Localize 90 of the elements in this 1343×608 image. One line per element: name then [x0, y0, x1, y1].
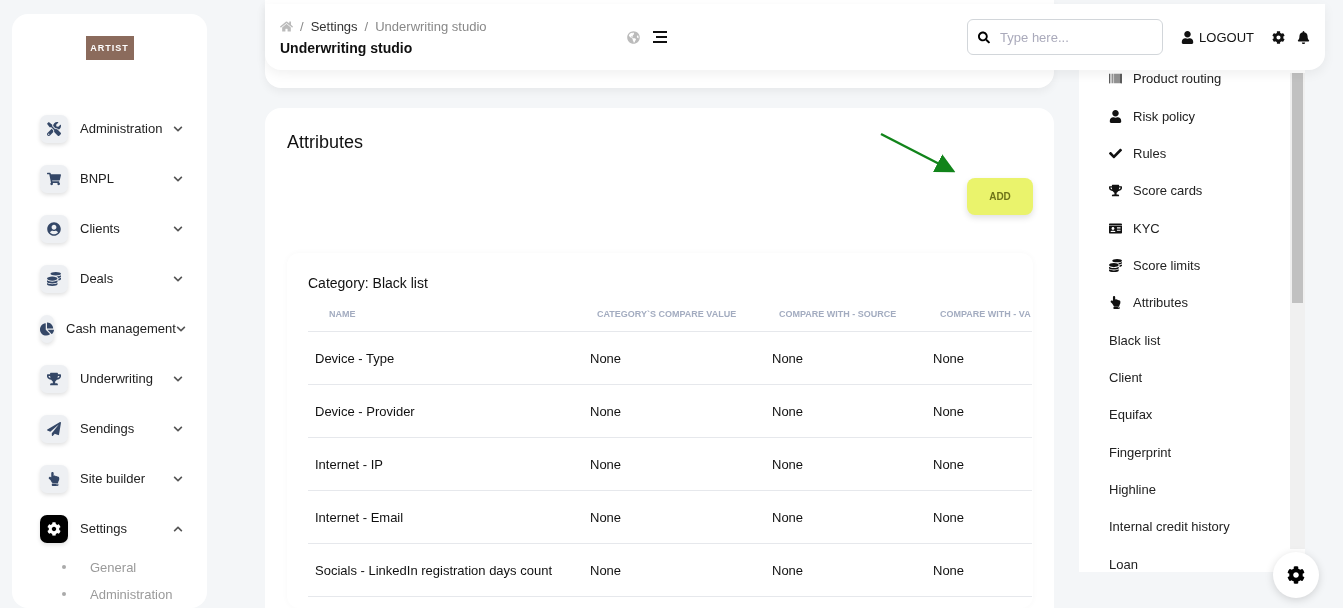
chevron-icon [173, 223, 183, 234]
column-header: COMPARE WITH - VA [926, 309, 1032, 332]
paper-plane-icon [40, 414, 68, 443]
table-cell: None [583, 491, 765, 544]
table-cell: None [583, 544, 765, 597]
settings-button[interactable] [1273, 552, 1319, 598]
table-cell: None [765, 438, 926, 491]
hand-pointer-icon [40, 464, 68, 493]
nav-item[interactable]: Deals [12, 253, 207, 304]
table-cell: None [765, 332, 926, 385]
nav-item[interactable]: BNPL [12, 153, 207, 204]
user-icon [1181, 30, 1195, 44]
chevron-icon [173, 423, 183, 434]
user-icon [1109, 109, 1123, 123]
chevron-icon [175, 323, 186, 334]
table-cell: None [583, 332, 765, 385]
table-cell: None [583, 438, 765, 491]
nav-item[interactable]: Clients [12, 203, 207, 254]
coins-icon [1109, 259, 1123, 272]
table-cell: None [765, 385, 926, 438]
user-icon [40, 214, 68, 243]
nav-item[interactable]: Settings [12, 503, 207, 554]
menu-item[interactable]: Product routing [1109, 71, 1222, 87]
cart-icon [40, 164, 68, 193]
settings-icon[interactable] [1272, 30, 1285, 44]
gear-icon [1287, 566, 1305, 584]
menu-item[interactable]: Black list [1109, 332, 1161, 349]
scrollbar[interactable] [1290, 73, 1305, 549]
table-cell: Device - Type [308, 332, 583, 385]
nav-item[interactable]: Site builder [12, 453, 207, 504]
nav-item[interactable]: Sendings [12, 403, 207, 454]
search-icon [978, 30, 991, 44]
menu-item[interactable]: Loan [1109, 556, 1138, 572]
hand-pointer-icon [1109, 296, 1123, 310]
check-icon [1109, 147, 1123, 161]
table-cell: None [926, 385, 1032, 438]
column-header: COMPARE WITH - SOURCE [765, 309, 926, 332]
search-field[interactable]: Type here... [967, 19, 1164, 55]
table-cell: Device - Provider [308, 385, 583, 438]
menu-item[interactable]: Risk policy [1109, 108, 1196, 125]
coins-icon [40, 264, 68, 293]
table-cell: None [765, 491, 926, 544]
card-title: Attributes [287, 132, 364, 153]
menu-item[interactable]: Fingerprint [1109, 444, 1172, 461]
page-title: Underwriting studio [280, 39, 414, 56]
chevron-icon [173, 273, 183, 284]
nav-item[interactable]: Cash management [12, 303, 207, 354]
pie-chart-icon [40, 314, 54, 343]
menu-item[interactable]: Client [1109, 369, 1143, 386]
table-cell: Internet - IP [308, 438, 583, 491]
table-cell: None [926, 491, 1032, 544]
bell-icon[interactable] [1297, 30, 1310, 44]
table-cell: Socials - LinkedIn registration days count [308, 544, 583, 597]
id-card-icon [1109, 221, 1123, 235]
tools-icon [40, 114, 68, 143]
breadcrumb-link[interactable]: Settings [310, 18, 358, 34]
settings-icon [40, 514, 68, 543]
nav-item[interactable]: Administration [12, 103, 207, 154]
chevron-icon [173, 173, 183, 184]
logo: ARTIST [85, 36, 134, 60]
column-header: NAME [308, 309, 583, 332]
bars-icon [1109, 72, 1123, 86]
table-cell: None [926, 438, 1032, 491]
chevron-icon [173, 123, 183, 134]
menu-item[interactable]: Attributes [1109, 294, 1188, 311]
category-title: Category: Black list [308, 275, 429, 291]
add-button[interactable]: ADD [967, 178, 1033, 215]
breadcrumb-separator: / [300, 18, 304, 34]
menu-item[interactable]: Internal credit history [1109, 518, 1230, 535]
trophy-icon [40, 364, 68, 393]
table-cell: None [926, 544, 1032, 597]
breadcrumb-separator: / [364, 18, 369, 34]
menu-item[interactable]: Rules [1109, 145, 1167, 162]
chevron-icon [173, 373, 183, 384]
column-header: CATEGORY`S COMPARE VALUE [583, 309, 765, 332]
breadcrumb-link[interactable]: Underwriting studio [375, 18, 487, 34]
trophy-icon [1109, 184, 1123, 198]
menu-item[interactable]: Highline [1109, 481, 1156, 498]
menu-item[interactable]: Equifax [1109, 406, 1153, 423]
nav-item[interactable]: Underwriting [12, 353, 207, 404]
menu-item[interactable]: Score limits [1109, 257, 1201, 274]
chevron-icon [173, 473, 183, 484]
table-cell: None [583, 385, 765, 438]
menu-icon[interactable] [651, 31, 668, 43]
logout-button[interactable]: LOGOUT [1175, 28, 1260, 46]
table-cell: Internet - Email [308, 491, 583, 544]
table-cell: None [765, 544, 926, 597]
table-cell: None [926, 332, 1032, 385]
menu-item[interactable]: KYC [1109, 220, 1160, 237]
menu-item[interactable]: Score cards [1109, 182, 1203, 199]
